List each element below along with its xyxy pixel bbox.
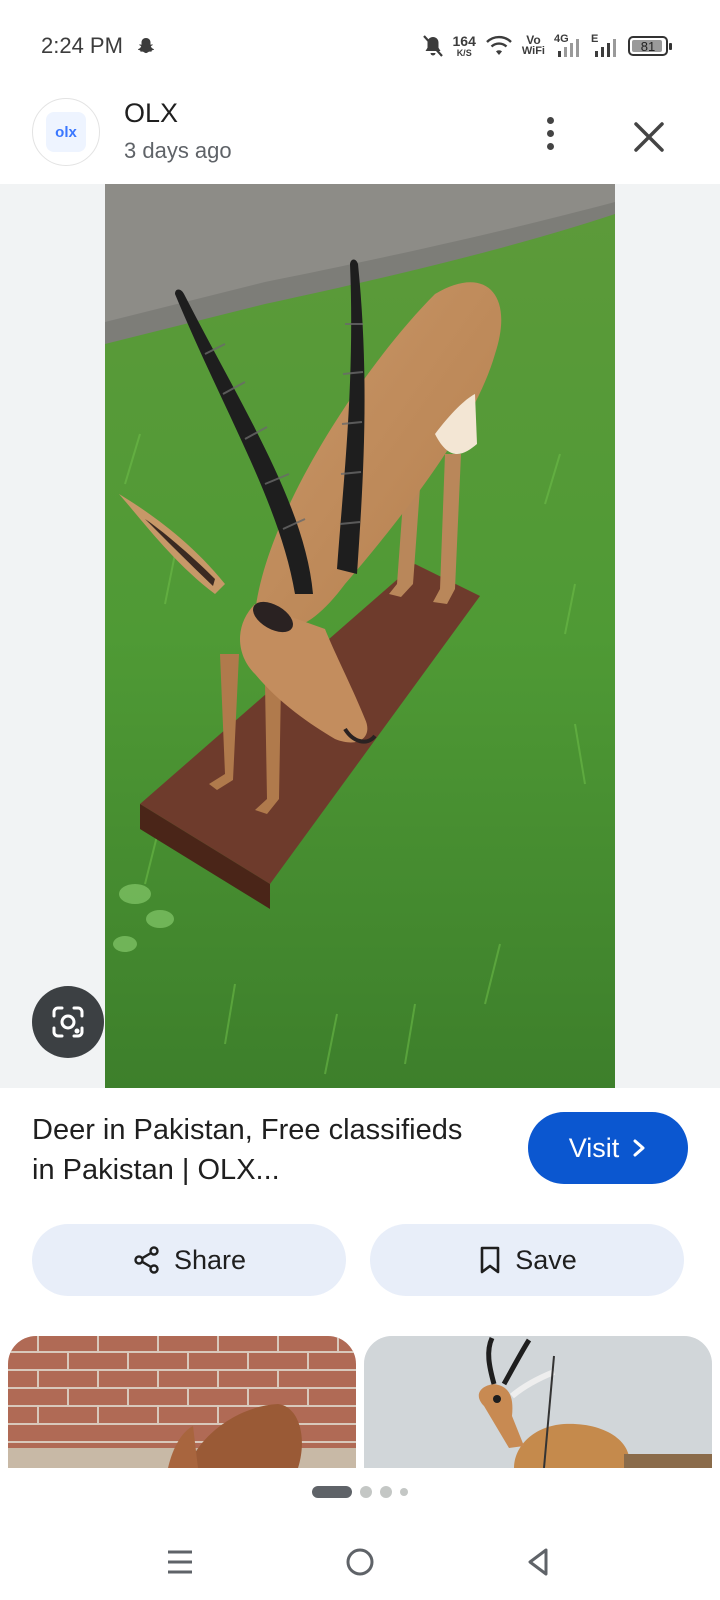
more-options-button[interactable]	[530, 108, 570, 158]
source-name[interactable]: OLX	[124, 98, 178, 129]
page-dot	[400, 1488, 408, 1496]
system-nav-bar	[0, 1520, 720, 1600]
status-icons: 164 K/S Vo WiFi 4G E 81	[422, 30, 672, 62]
mute-bell-icon	[422, 35, 443, 57]
visit-button[interactable]: Visit	[528, 1112, 688, 1184]
share-button[interactable]: Share	[32, 1224, 346, 1296]
signal-icon	[558, 39, 579, 57]
save-label: Save	[515, 1244, 577, 1275]
share-label: Share	[173, 1244, 247, 1275]
chevron-right-icon	[633, 1139, 645, 1157]
wifi-icon	[486, 35, 512, 55]
status-time: 2:24 PM	[41, 33, 123, 58]
save-button[interactable]: Save	[370, 1224, 684, 1296]
page-indicator	[0, 1486, 720, 1498]
page-dot	[360, 1486, 372, 1498]
signal-4g: 4G	[554, 33, 582, 59]
related-image-1[interactable]	[8, 1336, 356, 1468]
share-icon	[134, 1246, 159, 1274]
back-triangle-icon[interactable]	[518, 1542, 558, 1582]
google-lens-button[interactable]	[32, 986, 104, 1058]
close-icon[interactable]	[624, 112, 674, 162]
vowifi-label: Vo WiFi	[521, 34, 545, 57]
related-image-2[interactable]	[364, 1336, 712, 1468]
signal-e: E	[591, 33, 619, 59]
more-vert-icon	[546, 116, 554, 124]
page-dot	[380, 1486, 392, 1498]
snapchat-icon	[137, 38, 155, 54]
main-image[interactable]	[105, 184, 615, 1088]
image-preview-area	[0, 184, 720, 1088]
visit-label: Visit	[568, 1132, 620, 1163]
battery-icon: 81	[628, 36, 672, 56]
viewer-header: olx OLX 3 days ago	[0, 92, 720, 184]
menu-icon[interactable]	[160, 1542, 200, 1582]
battery-level: 81	[640, 38, 656, 54]
page-dot-active	[312, 1486, 352, 1498]
lens-icon	[52, 1006, 84, 1038]
signal-icon-2	[595, 39, 616, 57]
home-circle-icon[interactable]	[340, 1542, 380, 1582]
more-dot	[546, 129, 554, 137]
source-time-ago: 3 days ago	[124, 138, 232, 163]
more-dot	[546, 142, 554, 150]
net-speed-unit: K/S	[456, 48, 472, 58]
vowifi-bottom: WiFi	[521, 45, 545, 57]
result-title[interactable]: Deer in Pakistan, Free classifieds in Pa…	[32, 1110, 492, 1190]
source-logo[interactable]: olx	[32, 98, 100, 166]
net-speed-value: 164	[452, 33, 476, 49]
source-logo-text: olx	[55, 123, 77, 141]
olx-logo-icon: olx	[46, 112, 86, 152]
bookmark-icon	[480, 1246, 500, 1274]
status-bar: 2:24 PM 164 K/S Vo WiFi 4G E 81	[0, 0, 720, 92]
net-speed: 164 K/S	[453, 34, 476, 58]
